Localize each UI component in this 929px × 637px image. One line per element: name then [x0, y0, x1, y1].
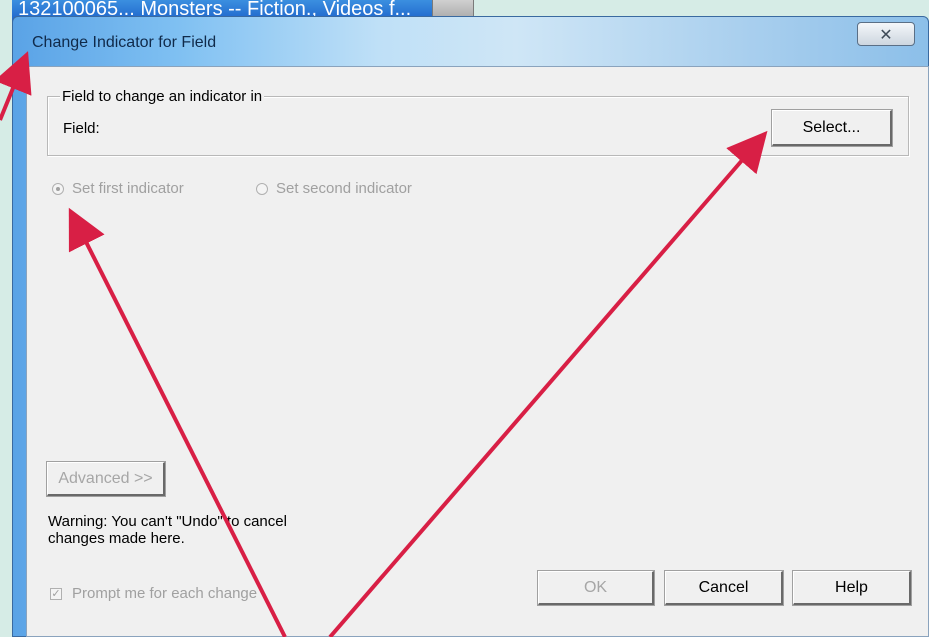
ok-button[interactable]: OK — [537, 570, 655, 606]
help-button[interactable]: Help — [792, 570, 912, 606]
radio-set-first-indicator[interactable]: Set first indicator — [52, 180, 184, 197]
advanced-button[interactable]: Advanced >> — [46, 461, 166, 497]
background-window-gap — [474, 0, 929, 14]
close-icon: ✕ — [879, 24, 893, 44]
screenshot-stage: 132100065... Monsters -- Fiction., Video… — [0, 0, 929, 637]
dialog-title: Change Indicator for Field — [32, 34, 217, 51]
groupbox-legend: Field to change an indicator in — [60, 88, 265, 105]
warning-line: changes made here. — [48, 530, 185, 547]
checkbox-label: Prompt me for each change — [72, 585, 258, 602]
warning-line: Warning: You can't "Undo" to cancel — [48, 513, 287, 530]
prompt-checkbox[interactable]: ✓ Prompt me for each change — [50, 585, 257, 602]
radio-button-icon — [256, 182, 268, 195]
warning-text: Warning: You can't "Undo" to cancel chan… — [48, 513, 287, 547]
cancel-button[interactable]: Cancel — [664, 570, 784, 606]
radio-label: Set second indicator — [276, 180, 412, 197]
radio-button-icon — [52, 182, 64, 195]
radio-label: Set first indicator — [72, 180, 184, 197]
field-label: Field: — [63, 120, 100, 137]
radio-set-second-indicator[interactable]: Set second indicator — [256, 180, 412, 197]
close-button[interactable]: ✕ — [857, 22, 915, 46]
select-button[interactable]: Select... — [771, 109, 893, 147]
checkbox-icon: ✓ — [50, 586, 62, 600]
